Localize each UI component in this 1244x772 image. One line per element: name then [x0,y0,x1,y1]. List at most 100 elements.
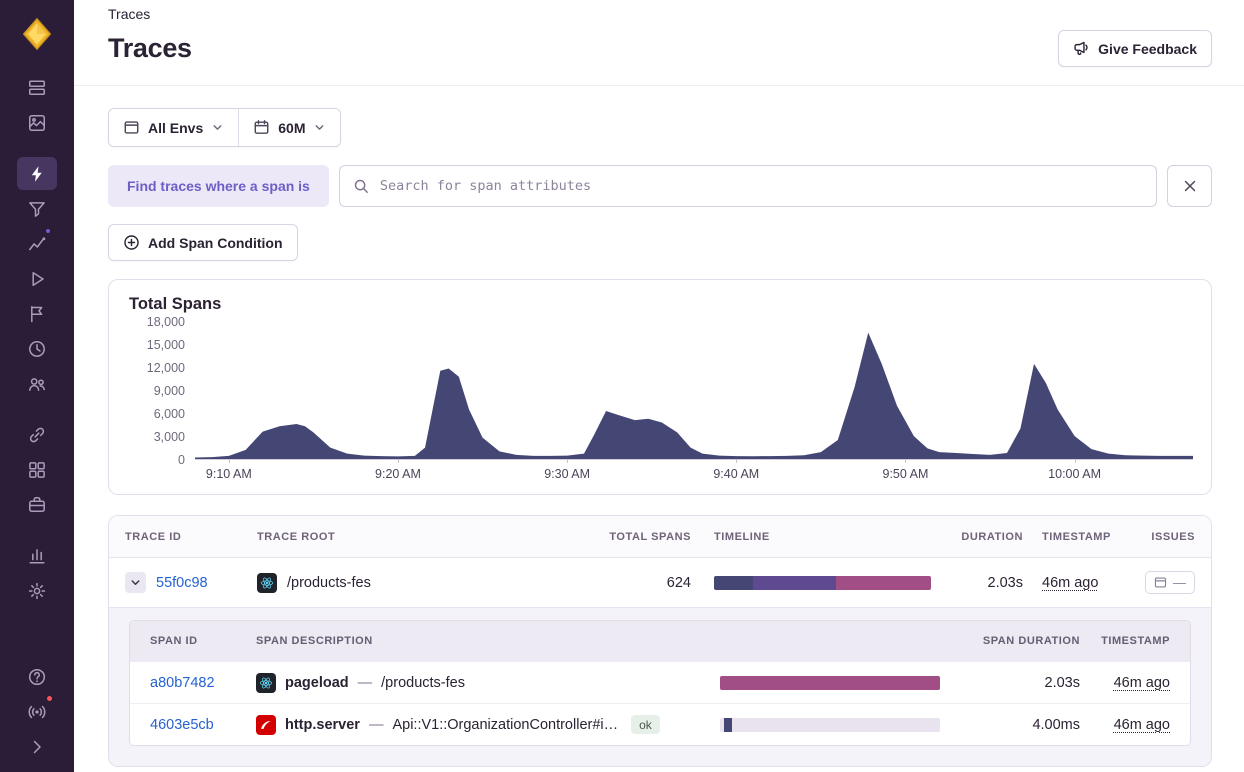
help-icon [28,668,46,685]
span-id-link[interactable]: a80b7482 [150,675,256,691]
total-spans-chart-panel: Total Spans 0 3,000 6,000 9,000 12,000 15,000… [108,279,1212,495]
span-separator: — [357,674,373,691]
span-duration: 4.00ms [1032,716,1080,733]
sidebar-item-link[interactable] [17,418,57,451]
sidebar-item-flag[interactable] [17,297,57,330]
sidebar-item-lightning[interactable] [17,157,57,190]
y-tick-label: 0 [178,453,185,467]
y-tick-label: 18,000 [146,315,185,329]
gem-logo [22,18,52,50]
x-tick-label: 9:40 AM [713,467,760,481]
sidebar-item-clock[interactable] [17,332,57,365]
col-duration: Duration [961,530,1023,543]
megaphone-icon [1074,41,1088,55]
page-header: Traces Traces Give Feedback [74,0,1244,86]
trace-id-link[interactable]: 55f0c98 [156,575,208,591]
span-table-header: Span ID Span Description Span Duration T… [130,621,1190,661]
notification-dot [45,694,54,703]
span-description: Api::V1::OrganizationController#i… [392,716,619,733]
span-description: /products-fes [381,674,465,691]
chevron-right-icon [33,740,41,753]
traces-table: Trace ID Trace Root Total Spans Timeline… [108,515,1212,767]
span-row[interactable]: 4603e5cb http.server — Api::V1::Organiza… [130,703,1190,745]
issues-icon [1154,577,1167,588]
filter-group: All Envs 60M [108,108,342,147]
chart-title: Total Spans [129,295,222,313]
trace-duration: 2.03s [987,574,1023,591]
sidebar-item-grid[interactable] [17,453,57,486]
col-timeline: Timeline [714,530,770,543]
trace-issues-pill[interactable]: — [1145,571,1195,594]
chart-x-axis: 9:10 AM 9:20 AM 9:30 AM 9:40 AM 9:50 AM 10:00… [195,460,1193,486]
x-tick-label: 9:30 AM [544,467,591,481]
x-tick-label: 9:10 AM [205,467,252,481]
chevron-down-icon [316,125,324,130]
sidebar-item-help[interactable] [17,660,57,693]
sidebar-item-users[interactable] [17,367,57,400]
stack-icon [29,79,45,95]
y-tick-label: 6,000 [153,407,185,422]
sidebar-item-broadcast[interactable] [17,694,57,728]
lightning-icon [31,165,42,182]
span-row[interactable]: a80b7482 pageload — /products-fes 2.03s … [130,661,1190,703]
span-id-link[interactable]: 4603e5cb [150,717,256,733]
col-span-timestamp: Timestamp [1101,635,1170,647]
trace-timeline-bar [714,575,931,590]
sidebar-item-stack[interactable] [17,71,57,104]
sidebar-nav [17,70,57,608]
col-issues: Issues [1151,530,1195,543]
y-tick-label: 15,000 [146,338,185,352]
sidebar-item-briefcase[interactable] [17,488,57,521]
sidebar [0,0,74,772]
sidebar-item-gear[interactable] [17,574,57,607]
breadcrumb[interactable]: Traces [108,6,150,22]
chart-y-axis: 0 3,000 6,000 9,000 12,000 15,000 18,000 [127,315,185,467]
trace-total-spans: 624 [666,574,691,591]
span-table: Span ID Span Description Span Duration T… [129,620,1191,746]
image-icon [29,114,45,131]
time-range-filter-label: 60M [278,119,306,136]
add-span-condition-button[interactable]: Add Span Condition [108,224,298,261]
x-tick-label: 10:00 AM [1048,467,1101,481]
link-icon [29,427,45,442]
sidebar-item-bar-chart[interactable] [17,539,57,572]
trace-issues-count: — [1173,575,1186,590]
sidebar-footer [17,659,57,772]
span-timestamp: 46m ago [1113,674,1170,691]
x-tick-label: 9:50 AM [882,467,929,481]
graph-icon [29,236,46,250]
x-icon [1184,180,1195,192]
sidebar-item-play[interactable] [17,262,57,295]
rails-icon [256,714,276,735]
col-span-description: Span Description [256,635,373,647]
span-timestamp: 46m ago [1113,716,1170,733]
col-span-duration: Span Duration [982,635,1080,647]
span-op: http.server [285,716,360,733]
sidebar-item-image[interactable] [17,106,57,139]
search-input[interactable] [377,177,1143,195]
broadcast-icon [28,705,46,718]
search-box[interactable] [338,165,1157,207]
notification-dot [44,227,52,235]
time-range-filter-button[interactable]: 60M [238,109,341,146]
page-title: Traces [108,33,192,63]
sidebar-item-funnel[interactable] [17,192,57,225]
trace-row[interactable]: 55f0c98 /products-fes 624 2.03s 46m ago … [109,558,1211,607]
grid-icon [29,461,45,478]
sidebar-item-graph[interactable] [17,227,57,260]
x-tick-label: 9:20 AM [375,467,421,481]
clock-icon [29,340,45,357]
clear-search-button[interactable] [1167,165,1212,207]
col-total-spans: Total Spans [609,530,691,543]
play-icon [32,271,44,286]
flag-icon [31,305,43,322]
environment-filter-label: All Envs [148,119,204,136]
sidebar-item-chevron-right[interactable] [17,730,57,763]
environment-filter-button[interactable]: All Envs [109,109,239,146]
give-feedback-button[interactable]: Give Feedback [1058,30,1212,67]
trace-timestamp: 46m ago [1042,574,1099,591]
app-logo[interactable] [17,14,57,54]
span-status-badge: ok [631,715,660,734]
collapse-trace-button[interactable] [125,572,146,593]
span-timeline-bar [720,717,940,732]
